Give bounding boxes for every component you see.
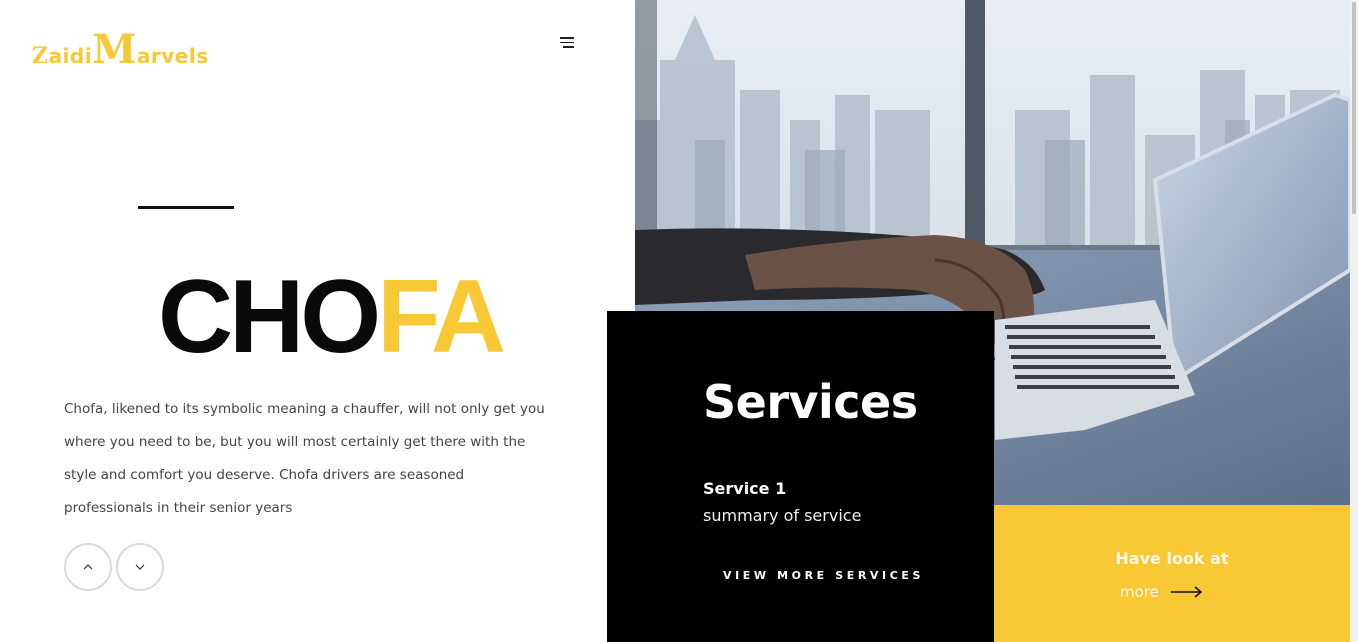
promo-box: Have look at more bbox=[994, 505, 1350, 642]
menu-line bbox=[560, 41, 574, 43]
hero-title-yellow: FA bbox=[377, 259, 506, 375]
promo-more-label: more bbox=[1120, 583, 1159, 601]
view-more-services-link[interactable]: VIEW MORE SERVICES bbox=[723, 569, 924, 582]
hero-description: Chofa, likened to its symbolic meaning a… bbox=[64, 401, 545, 516]
service-item-name: Service 1 bbox=[703, 479, 787, 498]
services-panel: Services Service 1 summary of service VI… bbox=[607, 311, 994, 642]
hero-title: CHOFA bbox=[158, 259, 506, 375]
logo-m: M bbox=[92, 26, 137, 73]
menu-line bbox=[563, 46, 574, 48]
services-heading: Services bbox=[703, 375, 918, 429]
logo[interactable]: Z aidi M arvels bbox=[32, 30, 209, 70]
logo-z: Z bbox=[32, 43, 49, 69]
slide-up-button[interactable] bbox=[64, 543, 112, 591]
arrow-right-icon bbox=[1170, 586, 1203, 598]
logo-aidi: aidi bbox=[48, 44, 93, 68]
service-item-summary: summary of service bbox=[703, 506, 862, 525]
hamburger-menu-icon[interactable] bbox=[552, 34, 574, 50]
menu-line bbox=[560, 37, 574, 39]
slide-down-button[interactable] bbox=[116, 543, 164, 591]
promo-more-link[interactable]: more bbox=[1120, 583, 1203, 601]
hero-title-dark: CHO bbox=[158, 259, 381, 375]
accent-divider bbox=[138, 206, 234, 209]
chevron-down-icon bbox=[135, 564, 145, 570]
promo-look-label: Have look at bbox=[1115, 549, 1229, 568]
scrollbar-thumb[interactable] bbox=[1352, 2, 1356, 214]
logo-arvels: arvels bbox=[136, 44, 209, 68]
chevron-up-icon bbox=[83, 564, 93, 570]
